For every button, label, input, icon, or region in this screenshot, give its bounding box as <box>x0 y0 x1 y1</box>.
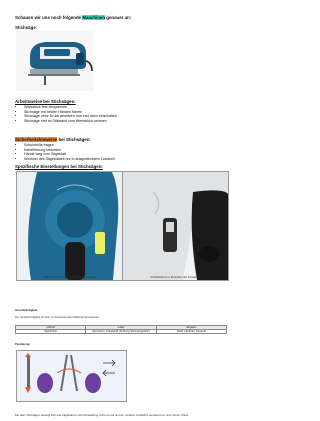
speed-knob-caption: Drehknopf zum wählen der Geschwindigkeit <box>43 275 96 279</box>
table-row: Weichholz Aluminium, Kunststoff (Achtung… <box>14 329 228 335</box>
sicherheit-item: Wechsel des Sägeblattes nur in ausgestec… <box>24 157 115 162</box>
pendulum-lever-illustration <box>123 172 228 280</box>
pendelung-footer-text: Bei allen Stichsägen bewegt sich das Säg… <box>15 413 189 417</box>
sicherheit-title-rest: bei Stichsägen: <box>57 137 91 142</box>
table-cell: Stahl, Hartholz, Keramik <box>155 329 228 335</box>
geschwindigkeit-heading: Geschwindigkeit: <box>15 308 39 312</box>
intro-before: Schauen wir uns noch folgende <box>15 15 83 20</box>
speed-knob-illustration <box>17 172 122 280</box>
arbeitsweise-heading: Arbeitsweise bei Stichsägen: <box>15 99 76 104</box>
pendelung-heading: Pendelung: <box>15 342 31 346</box>
intro-highlight: Maschinen <box>82 15 106 20</box>
pendulum-lever-caption: Schalthebel zum Einstellen der Pendelung <box>150 275 201 279</box>
intro-after: genauer an: <box>105 15 132 20</box>
intro-heading: Schauen wir uns noch folgende Maschinen … <box>15 15 131 20</box>
arbeitsweise-item: Stichsäge erst im Stillstand vom Werkstü… <box>24 119 117 124</box>
einstellungen-heading: Spezifische Einstellungen bei Stichsägen… <box>15 164 103 169</box>
sicherheit-list: Schutzbrille tragen Kabelführung beachte… <box>15 143 115 161</box>
geschwindigkeit-table: schnell mittel langsam Weichholz Alumini… <box>14 324 228 335</box>
pendulum-diagram <box>16 350 127 402</box>
document-page: Schauen wir uns noch folgende Maschinen … <box>0 0 241 421</box>
speed-knob-image: Drehknopf zum wählen der Geschwindigkeit <box>16 171 123 281</box>
sicherheit-highlight: Sicherheitshinweise <box>15 137 58 142</box>
table-cell: Weichholz <box>14 329 87 335</box>
jigsaw-illustration <box>16 31 94 91</box>
arbeitsweise-list: Werkstück fest einspannen Stichsäge mit … <box>15 105 117 123</box>
pendulum-diagram-illustration <box>17 351 126 401</box>
jigsaw-image <box>16 31 94 91</box>
sicherheit-heading: Sicherheitshinweise bei Stichsägen: <box>15 137 91 142</box>
geschwindigkeit-text: Die Geschwindigkeit ist dem zu bearbeite… <box>15 315 100 319</box>
pendulum-lever-image: Schalthebel zum Einstellen der Pendelung <box>122 171 229 281</box>
table-cell: Aluminium, Kunststoff (Achtung Schmelzge… <box>85 329 157 335</box>
stichsaege-heading: Stichsäge: <box>15 25 38 30</box>
table-header-row: schnell mittel langsam <box>14 324 228 331</box>
